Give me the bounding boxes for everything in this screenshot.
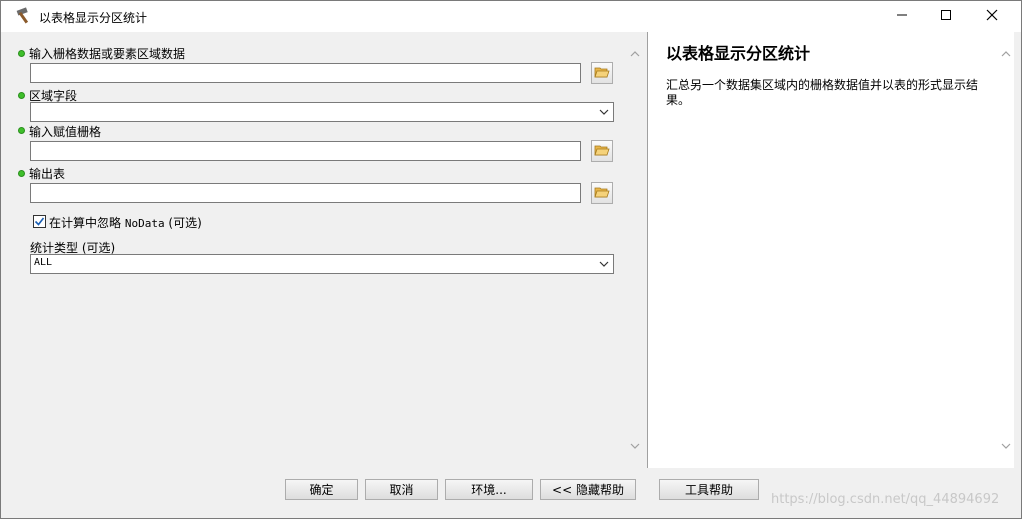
chevron-down-icon	[598, 106, 610, 118]
ignore-nodata-checkbox[interactable]	[33, 215, 46, 228]
window-title: 以表格显示分区统计	[39, 11, 148, 25]
open-folder-icon	[594, 185, 610, 202]
input-zone-field[interactable]	[30, 63, 581, 83]
required-dot-icon	[18, 170, 25, 177]
close-button[interactable]	[969, 1, 1015, 32]
browse-value-raster-button[interactable]	[591, 140, 613, 162]
ignore-nodata-label: 在计算中忽略 NoData (可选)	[49, 216, 202, 230]
browse-output-table-button[interactable]	[591, 182, 613, 204]
tool-help-button[interactable]: 工具帮助	[659, 479, 759, 500]
environments-button[interactable]: 环境...	[445, 479, 533, 500]
parameters-scrollbar[interactable]	[626, 32, 643, 468]
watermark: https://blog.csdn.net/qq_44894692	[771, 492, 1000, 507]
output-table-field[interactable]	[30, 183, 581, 203]
hammer-icon	[15, 7, 35, 25]
help-scrollbar[interactable]	[997, 32, 1014, 468]
title-bar: 以表格显示分区统计	[1, 1, 1021, 32]
cancel-button[interactable]: 取消	[365, 479, 438, 500]
maximize-icon	[940, 9, 952, 24]
statistics-type-value: ALL	[34, 257, 53, 268]
help-title: 以表格显示分区统计	[666, 44, 811, 63]
chevron-down-icon[interactable]	[629, 440, 641, 454]
minimize-icon	[896, 9, 908, 24]
maximize-button[interactable]	[923, 1, 969, 32]
statistics-type-select[interactable]: ALL	[30, 254, 614, 274]
close-icon	[986, 9, 998, 24]
input-zone-label: 输入栅格数据或要素区域数据	[29, 47, 186, 61]
help-description: 汇总另一个数据集区域内的栅格数据值并以表的形式显示结果。	[666, 78, 979, 107]
chevron-down-icon	[598, 258, 610, 270]
output-table-label: 输出表	[29, 167, 66, 181]
parameters-panel: 输入栅格数据或要素区域数据 区域字段 输入赋值栅格 输出表 在计算中忽略 NoD…	[9, 32, 643, 468]
chevron-down-icon[interactable]	[1000, 440, 1012, 454]
tool-dialog: 以表格显示分区统计 输入栅格数据或要素区域数据 区域字段 输入赋值栅格 输出表 …	[0, 0, 1022, 519]
browse-input-zone-button[interactable]	[591, 62, 613, 84]
required-dot-icon	[18, 50, 25, 57]
value-raster-label: 输入赋值栅格	[29, 125, 102, 139]
minimize-button[interactable]	[879, 1, 925, 32]
zone-field-select[interactable]	[30, 102, 614, 122]
ok-button[interactable]: 确定	[285, 479, 358, 500]
required-dot-icon	[18, 127, 25, 134]
value-raster-field[interactable]	[30, 141, 581, 161]
hide-help-button[interactable]: << 隐藏帮助	[540, 479, 636, 500]
open-folder-icon	[594, 143, 610, 160]
chevron-up-icon[interactable]	[1000, 48, 1012, 62]
required-dot-icon	[18, 92, 25, 99]
chevron-up-icon[interactable]	[629, 48, 641, 62]
open-folder-icon	[594, 65, 610, 82]
help-panel: 以表格显示分区统计 汇总另一个数据集区域内的栅格数据值并以表的形式显示结果。	[647, 32, 1014, 468]
button-bar: 确定 取消 环境... << 隐藏帮助 工具帮助 https://blog.cs…	[1, 468, 1021, 518]
